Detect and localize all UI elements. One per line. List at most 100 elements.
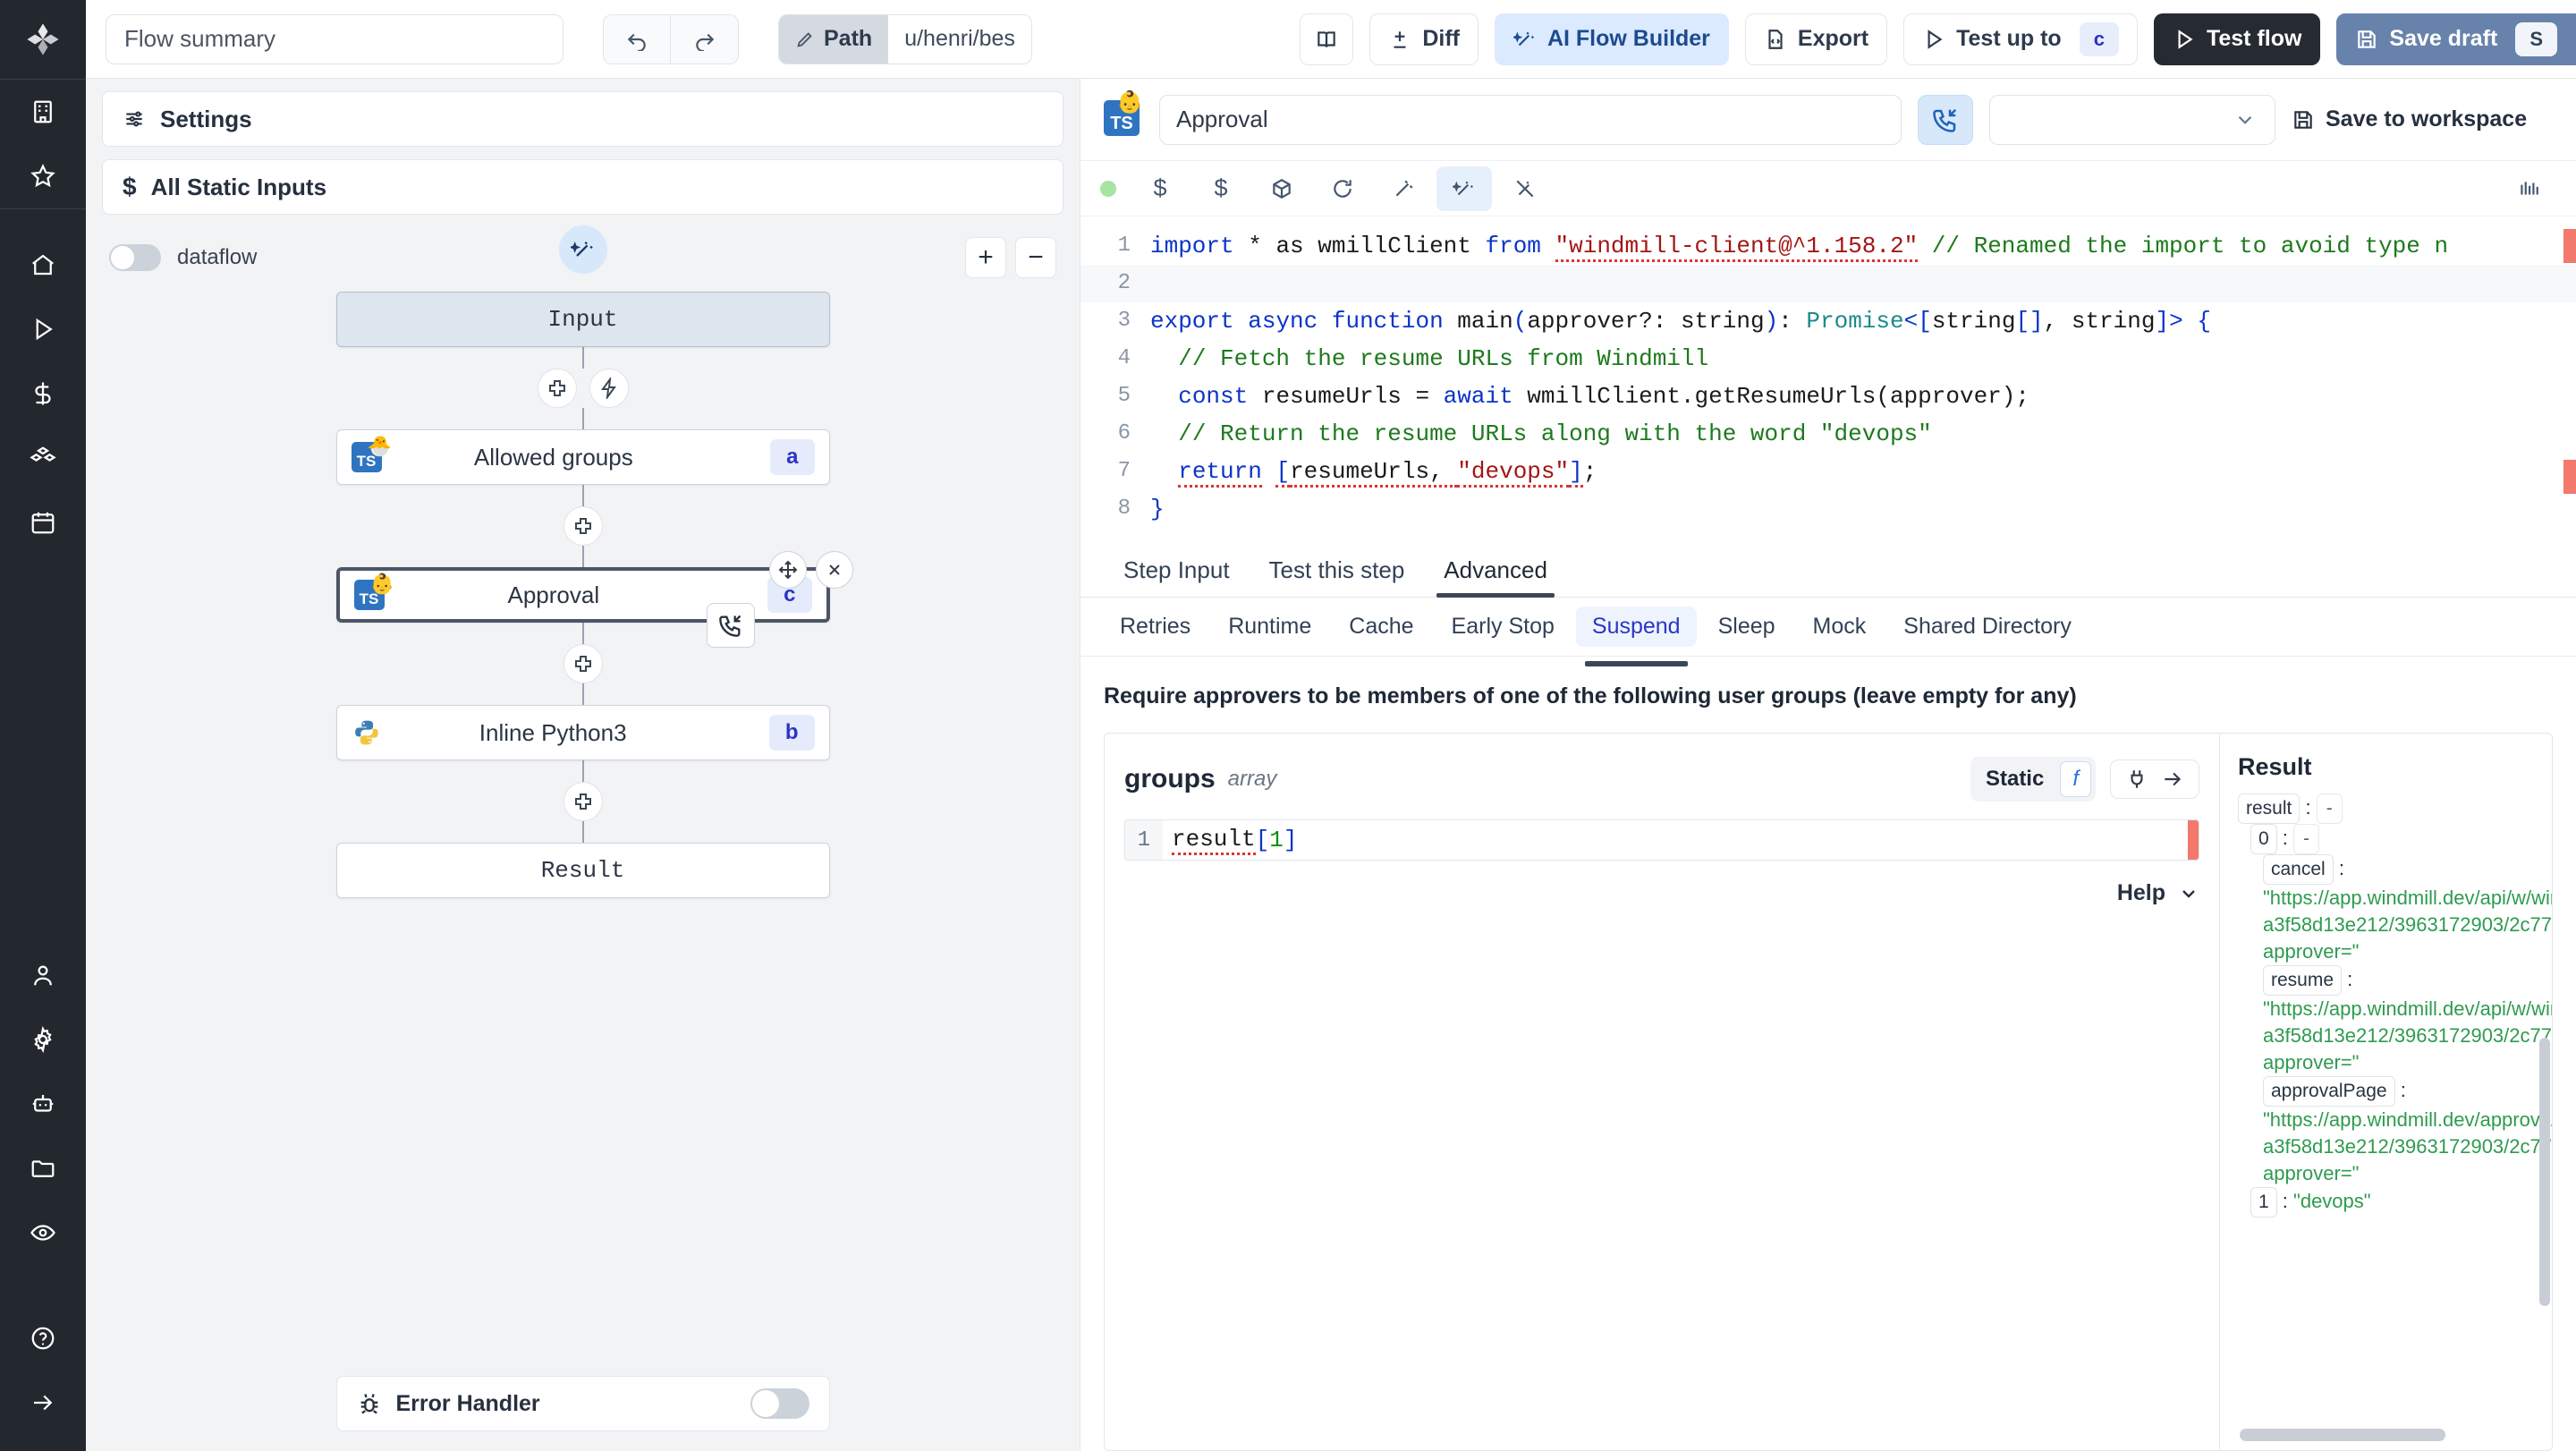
result-vertical-scrollbar[interactable] [2539,1038,2550,1306]
ai-clear-button[interactable] [1497,166,1553,211]
help-row[interactable]: Help [1124,880,2199,906]
subtab-suspend[interactable]: Suspend [1575,607,1697,666]
add-step-button[interactable] [563,782,603,821]
subtab-runtime[interactable]: Runtime [1212,607,1327,647]
add-resource-button[interactable]: $ [1193,166,1249,211]
error-handler-toggle[interactable] [750,1388,809,1419]
docs-button[interactable] [1300,13,1354,65]
fx-option[interactable]: f [2060,761,2091,797]
reload-button[interactable] [1315,166,1370,211]
sidebar-item-settings[interactable] [0,1007,86,1072]
result-horizontal-scrollbar[interactable] [2240,1429,2445,1441]
flow-node-allowed-groups[interactable]: TS 🐣 Allowed groups a [335,429,830,485]
sidebar-item-help[interactable] [0,1306,86,1370]
dataflow-toggle[interactable] [109,244,161,271]
package-button[interactable] [1254,166,1309,211]
sidebar-item-expand[interactable] [0,1370,86,1435]
script-select[interactable] [1989,94,2275,145]
sidebar-item-runs[interactable] [0,297,86,361]
sidebar-item-workspace[interactable] [0,80,86,144]
sidebar-item-workers[interactable] [0,1072,86,1136]
path-value[interactable]: u/henri/bes [888,14,1031,64]
result-key[interactable]: resume [2263,965,2343,996]
code-line[interactable]: 6 // Return the resume URLs along with t… [1080,415,2576,453]
subtab-early-stop[interactable]: Early Stop [1436,607,1571,647]
expression-token: 1 [1269,827,1284,853]
save-draft-button[interactable]: Save draft S [2336,13,2576,65]
code-line[interactable]: 8} [1080,490,2576,528]
add-trigger-button[interactable] [589,369,629,408]
sidebar-item-favorites[interactable] [0,144,86,208]
test-up-to-button[interactable]: Test up to c [1903,13,2138,65]
suspend-indicator[interactable] [706,603,755,648]
code-line[interactable]: 2 [1080,265,2576,302]
editor-settings-button[interactable] [2501,166,2556,211]
flow-summary-input[interactable] [106,13,564,64]
format-button[interactable] [1376,166,1431,211]
result-key[interactable]: cancel [2263,854,2334,885]
sidebar-item-schedules[interactable] [0,490,86,555]
subtab-shared-directory[interactable]: Shared Directory [1887,607,2088,647]
expression-code[interactable]: result[1] [1163,820,2188,860]
sidebar-item-home[interactable] [0,233,86,297]
tab-advanced[interactable]: Advanced [1424,556,1567,598]
code-token: resumeUrls, [1290,458,1458,488]
subtab-mock[interactable]: Mock [1797,607,1883,647]
zoom-out-button[interactable]: − [1015,237,1056,278]
step-name-input[interactable] [1159,94,1902,145]
sidebar-item-variables[interactable] [0,361,86,426]
error-handler-card[interactable]: Error Handler [335,1376,830,1431]
add-step-button[interactable] [563,644,603,683]
code-line[interactable]: 7 return [resumeUrls, "devops"]; [1080,453,2576,490]
static-option[interactable]: Static [1975,763,2055,795]
expression-token: result [1172,826,1256,855]
windmill-logo[interactable] [0,0,86,79]
test-flow-button[interactable]: Test flow [2153,13,2321,65]
flow-canvas[interactable]: Input TS 🐣 Allowed groups a TS 👶 Approva… [86,281,1080,1451]
undo-button[interactable] [603,13,671,64]
result-key[interactable]: approvalPage [2263,1076,2395,1107]
export-button[interactable]: Export [1744,13,1888,65]
add-step-button[interactable] [537,369,577,408]
flow-node-result[interactable]: Result [335,843,830,898]
flow-node-inline-python3[interactable]: Inline Python3 b [335,705,830,760]
subtab-sleep[interactable]: Sleep [1702,607,1792,647]
add-step-button[interactable] [563,506,603,546]
subtab-cache[interactable]: Cache [1333,607,1429,647]
code-line[interactable]: 4 // Fetch the resume URLs from Windmill [1080,340,2576,378]
static-inputs-card[interactable]: $ All Static Inputs [102,159,1063,215]
subtab-retries[interactable]: Retries [1104,607,1207,647]
result-tree[interactable]: result : -0 : - cancel : "https://app.win… [2238,793,2552,1218]
sidebar-item-audit[interactable] [0,1201,86,1265]
add-variable-button[interactable]: $ [1132,166,1188,211]
delete-node-button[interactable] [815,551,853,589]
code-line[interactable]: 5 const resumeUrls = await wmillClient.g… [1080,378,2576,415]
sidebar-item-users[interactable] [0,943,86,1007]
tab-test-this-step[interactable]: Test this step [1250,556,1425,597]
diff-button[interactable]: Diff [1369,13,1479,65]
ai-flow-builder-button[interactable]: AI Flow Builder [1494,13,1729,65]
ai-assistant-button[interactable] [1436,165,1492,211]
sidebar-item-resources[interactable] [0,426,86,490]
flow-node-input[interactable]: Input [335,292,830,347]
code-line[interactable]: 1 import * as wmillClient from "windmill-… [1080,227,2576,265]
sidebar-item-folders[interactable] [0,1136,86,1201]
groups-expression-editor[interactable]: 1 result[1] [1124,819,2199,861]
code-line[interactable]: 3 export async function main(approver?: s… [1080,302,2576,340]
flow-node-approval[interactable]: TS 👶 Approval c [335,567,830,623]
settings-card[interactable]: Settings [102,91,1063,147]
ai-canvas-button[interactable] [558,225,607,274]
suspend-toggle-button[interactable] [1918,94,1973,145]
move-node-button[interactable] [768,551,807,589]
result-key[interactable]: 0 [2250,824,2277,854]
plug-icon[interactable] [2125,768,2148,791]
redo-button[interactable] [671,13,739,64]
save-to-workspace-button[interactable]: Save to workspace [2292,106,2527,132]
path-pill[interactable]: Path u/henri/bes [778,13,1032,64]
result-key[interactable]: result [2238,793,2301,824]
tab-step-input[interactable]: Step Input [1104,556,1250,597]
zoom-in-button[interactable]: + [965,237,1006,278]
arrow-right-icon[interactable] [2161,768,2184,791]
code-editor[interactable]: 1 import * as wmillClient from "windmill-… [1080,216,2576,540]
result-key[interactable]: 1 [2250,1187,2277,1218]
